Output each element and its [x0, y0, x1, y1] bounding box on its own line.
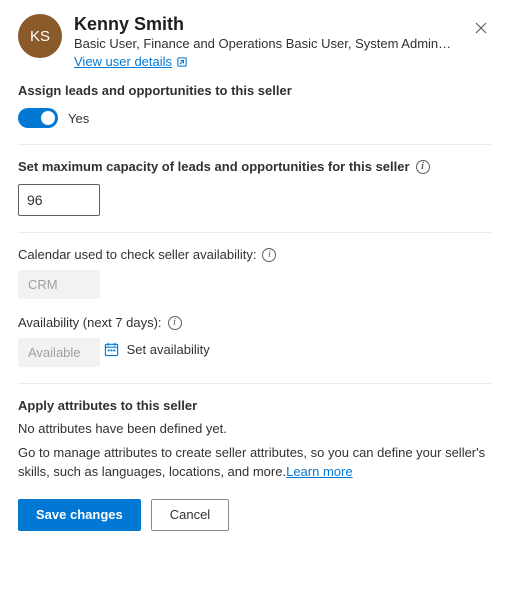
info-icon[interactable]: i: [262, 248, 276, 262]
attributes-section: Apply attributes to this seller No attri…: [18, 398, 491, 480]
set-availability-label: Set availability: [127, 342, 210, 357]
divider: [18, 232, 491, 233]
availability-value: Available: [18, 338, 100, 367]
capacity-section: Set maximum capacity of leads and opport…: [18, 159, 491, 216]
view-user-details-link[interactable]: View user details: [74, 54, 188, 69]
divider: [18, 144, 491, 145]
calendar-section: Calendar used to check seller availabili…: [18, 247, 491, 299]
assign-toggle-row: Yes: [18, 108, 491, 128]
info-icon[interactable]: i: [168, 316, 182, 330]
availability-section: Availability (next 7 days): i Available …: [18, 315, 491, 367]
availability-label: Availability (next 7 days):: [18, 315, 162, 330]
calendar-value: CRM: [18, 270, 100, 299]
view-user-details-label: View user details: [74, 54, 172, 69]
user-name: Kenny Smith: [74, 14, 491, 36]
header: KS Kenny Smith Basic User, Finance and O…: [18, 14, 491, 69]
attributes-help-message: Go to manage attributes to create seller…: [18, 445, 485, 478]
info-icon[interactable]: i: [416, 160, 430, 174]
assign-section: Assign leads and opportunities to this s…: [18, 83, 491, 128]
capacity-input[interactable]: [18, 184, 100, 216]
assign-toggle-state: Yes: [68, 111, 89, 126]
attributes-help-text: Go to manage attributes to create seller…: [18, 444, 491, 480]
cancel-button[interactable]: Cancel: [151, 499, 229, 531]
learn-more-link[interactable]: Learn more: [286, 464, 352, 479]
calendar-label-row: Calendar used to check seller availabili…: [18, 247, 491, 262]
calendar-icon: [104, 342, 119, 357]
calendar-label: Calendar used to check seller availabili…: [18, 247, 256, 262]
footer: Save changes Cancel: [18, 499, 491, 531]
save-button[interactable]: Save changes: [18, 499, 141, 531]
divider: [18, 383, 491, 384]
close-button[interactable]: [467, 14, 495, 42]
close-icon: [474, 21, 488, 35]
capacity-heading: Set maximum capacity of leads and opport…: [18, 159, 491, 174]
set-availability-button[interactable]: Set availability: [104, 342, 210, 357]
user-roles: Basic User, Finance and Operations Basic…: [74, 36, 454, 53]
capacity-heading-text: Set maximum capacity of leads and opport…: [18, 159, 410, 174]
availability-label-row: Availability (next 7 days): i: [18, 315, 491, 330]
header-info: Kenny Smith Basic User, Finance and Oper…: [74, 14, 491, 69]
external-link-icon: [176, 56, 188, 68]
attributes-heading: Apply attributes to this seller: [18, 398, 491, 413]
assign-toggle[interactable]: [18, 108, 58, 128]
avatar: KS: [18, 14, 62, 58]
attributes-empty-message: No attributes have been defined yet.: [18, 421, 491, 436]
assign-heading: Assign leads and opportunities to this s…: [18, 83, 491, 98]
